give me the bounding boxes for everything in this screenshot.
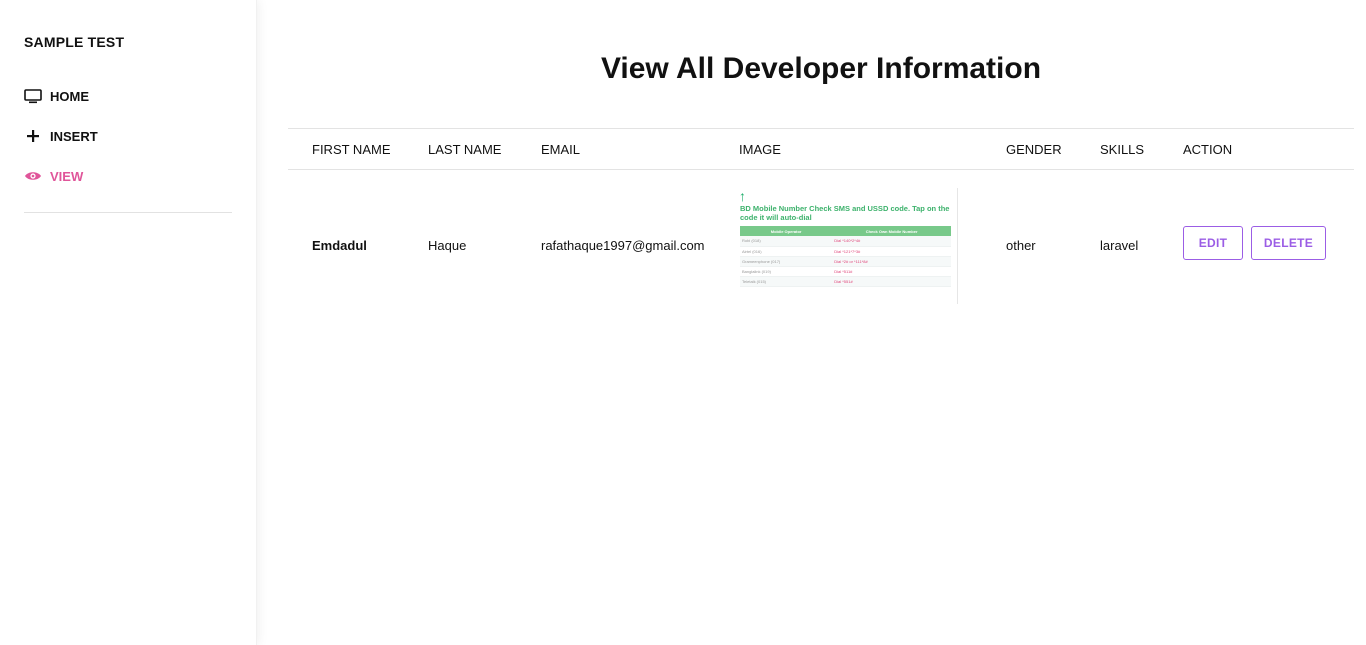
column-header-first-name: FIRST NAME bbox=[312, 142, 391, 157]
image-table-cell: Grameenphone (017) bbox=[740, 256, 833, 267]
sidebar-item-home[interactable]: HOME bbox=[24, 88, 89, 104]
image-table-cell: Dial *511# bbox=[832, 266, 951, 277]
image-table-header: Mobile Operator bbox=[740, 226, 833, 236]
column-header-last-name: LAST NAME bbox=[428, 142, 502, 157]
edit-button[interactable]: EDIT bbox=[1183, 226, 1243, 260]
plus-icon bbox=[24, 128, 42, 144]
sidebar-divider bbox=[24, 212, 232, 213]
cell-first-name: Emdadul bbox=[312, 238, 367, 253]
column-header-gender: GENDER bbox=[1006, 142, 1062, 157]
sidebar-item-insert[interactable]: INSERT bbox=[24, 128, 98, 144]
delete-button[interactable]: DELETE bbox=[1251, 226, 1326, 260]
image-table-cell: Robi (018) bbox=[740, 236, 833, 247]
page-title: View All Developer Information bbox=[600, 52, 1042, 85]
image-table-cell: Dial *551# bbox=[832, 276, 951, 287]
eye-icon bbox=[24, 168, 42, 184]
cell-last-name: Haque bbox=[428, 238, 467, 253]
column-header-image: IMAGE bbox=[739, 142, 781, 157]
column-header-email: EMAIL bbox=[541, 142, 581, 157]
sidebar: SAMPLE TEST HOME INSERT VIEW bbox=[0, 0, 257, 645]
image-table-cell: Dial *121*7*3# bbox=[832, 246, 951, 257]
image-table-cell: Dial *140*2*4# bbox=[832, 236, 951, 247]
cell-email: rafathaque1997@gmail.com bbox=[541, 238, 705, 253]
image-table-header: Check Own Mobile Number bbox=[832, 226, 951, 236]
arrow-up-icon: ↑ bbox=[739, 188, 746, 204]
column-header-skills: SKILLS bbox=[1100, 142, 1145, 157]
sidebar-item-label: VIEW bbox=[50, 168, 84, 184]
column-header-action: ACTION bbox=[1183, 142, 1233, 157]
table-row: Emdadul Haque rafathaque1997@gmail.com ↑… bbox=[288, 170, 1354, 320]
image-table-cell: Banglalink (019) bbox=[740, 266, 833, 277]
cell-gender: other bbox=[1006, 238, 1036, 253]
developer-image: ↑ BD Mobile Number Check SMS and USSD co… bbox=[739, 188, 958, 304]
sidebar-item-label: HOME bbox=[50, 88, 89, 104]
image-table-cell: Teletalk (015) bbox=[740, 276, 833, 287]
main-content: View All Developer Information FIRST NAM… bbox=[257, 0, 1366, 645]
image-table: Mobile Operator Check Own Mobile Number … bbox=[740, 226, 951, 287]
image-caption: BD Mobile Number Check SMS and USSD code… bbox=[740, 204, 950, 222]
cell-skills: laravel bbox=[1100, 238, 1139, 253]
monitor-icon bbox=[24, 88, 42, 104]
brand-title: SAMPLE TEST bbox=[24, 34, 125, 50]
sidebar-item-label: INSERT bbox=[50, 128, 98, 144]
developer-table: FIRST NAME LAST NAME EMAIL IMAGE GENDER … bbox=[288, 128, 1354, 320]
image-table-cell: Airtel (016) bbox=[740, 246, 833, 257]
image-table-cell: Dial *2# or *111*8# bbox=[832, 256, 951, 267]
sidebar-item-view[interactable]: VIEW bbox=[24, 168, 83, 184]
table-header: FIRST NAME LAST NAME EMAIL IMAGE GENDER … bbox=[288, 128, 1354, 170]
